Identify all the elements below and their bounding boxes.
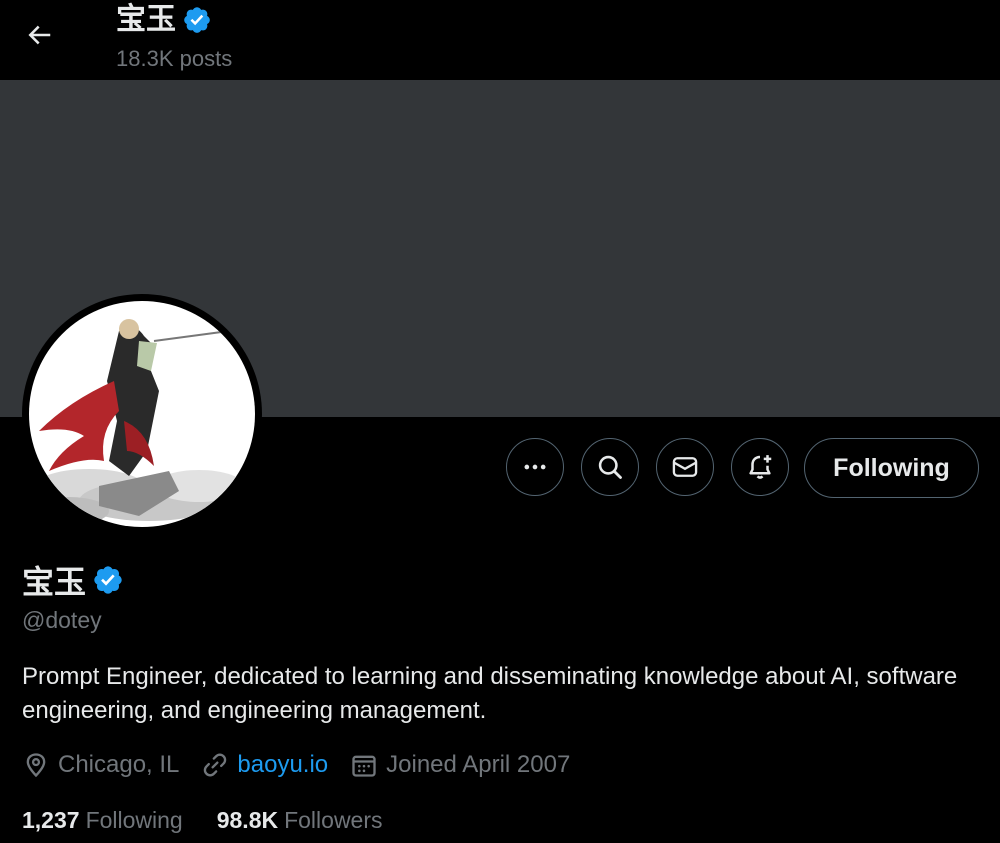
- search-icon: [598, 455, 622, 479]
- website-item[interactable]: baoyu.io: [201, 751, 328, 779]
- more-button[interactable]: [506, 438, 564, 496]
- avatar[interactable]: [22, 294, 262, 534]
- joined-text: Joined April 2007: [386, 751, 571, 778]
- profile-handle: @dotey: [22, 607, 102, 633]
- posts-count: 18.3K posts: [116, 46, 233, 71]
- followers-label: Followers: [284, 806, 383, 833]
- calendar-icon: [352, 755, 376, 777]
- following-button[interactable]: Following: [804, 438, 979, 498]
- avatar-illustration: [29, 319, 244, 525]
- location-pin-icon: [26, 753, 46, 778]
- avatar-image: [29, 301, 255, 527]
- envelope-icon: [672, 457, 698, 477]
- verified-badge-icon: [184, 7, 210, 33]
- profile-meta: Chicago, IL baoyu.io Joined April 2007: [22, 746, 592, 784]
- back-button[interactable]: [18, 14, 60, 56]
- bell-plus-icon: [749, 455, 772, 479]
- notifications-button[interactable]: [731, 438, 789, 496]
- header-name: 宝玉: [116, 3, 176, 36]
- website-link[interactable]: baoyu.io: [237, 751, 328, 779]
- header-title: 宝玉: [116, 0, 212, 40]
- followers-count: 98.8K: [216, 806, 279, 833]
- followers-stat[interactable]: 98.8K Followers: [217, 807, 383, 834]
- profile-name: 宝玉: [22, 564, 87, 600]
- location-text: Chicago, IL: [58, 751, 180, 778]
- search-button[interactable]: [581, 438, 639, 496]
- location-item: Chicago, IL: [22, 751, 179, 779]
- joined-item: Joined April 2007: [350, 751, 570, 779]
- more-icon: [524, 464, 546, 470]
- verified-badge-icon[interactable]: [92, 564, 124, 596]
- link-icon: [204, 753, 227, 777]
- following-count: 1,237: [22, 806, 80, 833]
- arrow-left-icon: [28, 25, 51, 45]
- profile-bio: Prompt Engineer, dedicated to learning a…: [22, 663, 958, 724]
- top-bar: 宝玉 18.3K posts: [0, 0, 1000, 80]
- following-stat[interactable]: 1,237 Following: [22, 807, 183, 834]
- message-button[interactable]: [656, 438, 714, 496]
- profile-name-row: 宝玉: [22, 560, 124, 600]
- following-label: Following: [85, 806, 183, 833]
- profile-stats: 1,237 Following 98.8K Followers: [22, 802, 417, 838]
